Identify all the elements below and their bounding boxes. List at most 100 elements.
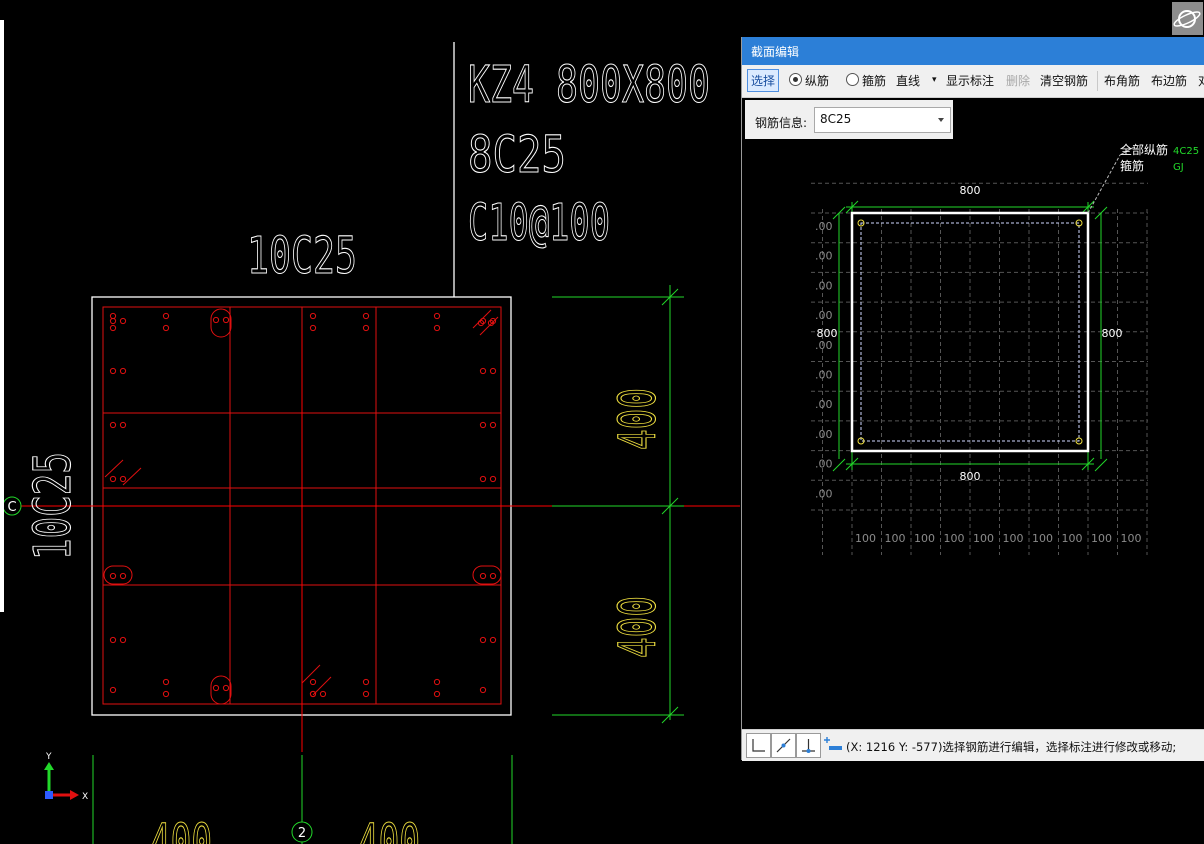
preview-width-bottom: 800 <box>960 470 981 483</box>
rebar-bar <box>109 367 117 375</box>
dim-right-lower: 400 <box>609 596 668 658</box>
dimension-mode-button[interactable] <box>821 733 844 756</box>
axis-2-label: 2 <box>298 826 306 841</box>
preview-grid-col-label: 100 <box>973 532 994 545</box>
leader-label-stirrup: 箍筋 <box>1120 158 1144 173</box>
preview-grid-col-label: 100 <box>914 532 935 545</box>
rebar-bar <box>119 475 127 483</box>
dialog-title: 截面编辑 <box>751 45 800 59</box>
rebar-bar <box>222 684 230 692</box>
preview-grid-row-label: .00 <box>815 309 833 322</box>
rebar-bar <box>109 312 117 320</box>
chevron-down-icon <box>938 118 944 122</box>
ortho-toggle-button[interactable] <box>746 733 771 758</box>
section-edit-dialog: 截面编辑 选择 纵筋 箍筋 直线 ▾ 显示标注 删除 清空钢筋 布角筋 布边筋 … <box>741 37 1204 761</box>
rebar-bar <box>362 324 370 332</box>
rebar-bar <box>119 421 127 429</box>
rebar-info-bar: 钢筋信息: 8C25 <box>745 100 953 139</box>
clear-rebar-button[interactable]: 清空钢筋 <box>1040 72 1088 89</box>
long-rebar-radio[interactable] <box>789 73 802 86</box>
select-button[interactable]: 选择 <box>747 69 780 92</box>
rebar-bar <box>162 690 170 698</box>
dialog-titlebar[interactable]: 截面编辑 <box>742 37 1204 65</box>
rebar-bar <box>309 690 317 698</box>
rebar-bar <box>479 572 487 580</box>
leader-value-stirrup: GJ <box>1173 162 1184 173</box>
axis-c-label: C <box>7 500 16 515</box>
dim-bottom-right: 400 <box>358 814 420 844</box>
rebar-bar <box>109 421 117 429</box>
rebar-info-value: 8C25 <box>820 112 852 126</box>
preview-height-right: 800 <box>1102 327 1123 340</box>
rebar-bar <box>212 684 220 692</box>
rebar-bar <box>162 678 170 686</box>
dialog-statusbar: (X: 1216 Y: -577)选择钢筋进行编辑，选择标注进行修改或移动; <box>742 729 1204 761</box>
preview-grid-row-label: .00 <box>815 369 833 382</box>
preview-grid-row-label: .00 <box>815 398 833 411</box>
stirrup-radio[interactable] <box>846 73 859 86</box>
ucs-x-label: X <box>82 792 88 802</box>
rebar-bar <box>109 317 117 325</box>
rebar-bar <box>489 636 497 644</box>
preview-grid-row-label: .00 <box>815 279 833 292</box>
preview-grid-col-label: 100 <box>944 532 965 545</box>
rebar-bar <box>109 324 117 332</box>
rebar-bar <box>433 678 441 686</box>
cut-off-button[interactable]: 对 <box>1198 72 1204 89</box>
app-corner-icon[interactable] <box>1172 2 1203 35</box>
rebar-bar <box>479 636 487 644</box>
rebar-bar <box>222 316 230 324</box>
delete-button[interactable]: 删除 <box>1006 72 1030 89</box>
dim-bottom-left: 400 <box>150 814 212 844</box>
preview-grid-row-label: .00 <box>815 220 833 233</box>
side-rebar-note: 10C25 <box>24 452 83 560</box>
rebar-bar <box>119 367 127 375</box>
rebar-bar <box>212 316 220 324</box>
rebar-bar <box>162 312 170 320</box>
corner-rebar-button[interactable]: 布角筋 <box>1104 72 1140 89</box>
preview-grid-row-label: .00 <box>815 250 833 263</box>
ucs-icon: Y X <box>44 752 88 802</box>
rebar-bar <box>362 312 370 320</box>
rebar-bar <box>162 324 170 332</box>
rebar-info-select[interactable]: 8C25 <box>814 107 951 133</box>
preview-height-left: 800 <box>817 327 838 340</box>
rebar-bar <box>109 686 117 694</box>
preview-grid-labels: .00 .00 .00 .00 .00 .00 .00 .00 .00 .00 100 100 100 1… <box>815 220 1142 545</box>
preview-width-top: 800 <box>960 184 981 197</box>
section-preview-canvas[interactable]: .00 .00 .00 .00 .00 .00 .00 .00 .00 .00 100 100 100 1… <box>742 141 1204 729</box>
longitudinal-rebar-text: 8C25 <box>468 126 566 185</box>
long-rebar-label[interactable]: 纵筋 <box>805 72 829 89</box>
show-dim-button[interactable]: 显示标注 <box>946 72 994 89</box>
rebar-info-label: 钢筋信息: <box>755 116 808 130</box>
preview-grid-col-label: 100 <box>1091 532 1112 545</box>
rebar-bar <box>119 572 127 580</box>
stirrup-rebar-text: C10@100 <box>468 194 610 253</box>
rebar-bar <box>119 317 127 325</box>
rebar-bar <box>489 421 497 429</box>
rebar-bar <box>489 367 497 375</box>
preview-grid-col-label: 100 <box>1121 532 1142 545</box>
snap-toggle-button[interactable] <box>771 733 796 758</box>
stirrup-label[interactable]: 箍筋 <box>862 72 886 89</box>
ucs-y-label: Y <box>45 752 52 762</box>
side-rebar-button[interactable]: 布边筋 <box>1151 72 1187 89</box>
status-text: (X: 1216 Y: -577)选择钢筋进行编辑，选择标注进行修改或移动; <box>846 740 1177 754</box>
rebar-bar <box>479 421 487 429</box>
rebar-bar <box>109 572 117 580</box>
left-panel-edge <box>0 20 4 612</box>
line-mode-dropdown[interactable]: 直线 <box>896 72 920 89</box>
rebar-bar <box>362 690 370 698</box>
preview-grid-col-label: 100 <box>1032 532 1053 545</box>
toolbar-separator <box>1097 71 1098 91</box>
preview-grid <box>811 182 1148 555</box>
rebar-bar <box>489 475 497 483</box>
preview-grid-col-label: 100 <box>855 532 876 545</box>
rebar-bar <box>109 475 117 483</box>
rebar-bars <box>109 312 497 698</box>
preview-grid-row-label: .00 <box>815 339 833 352</box>
perpendicular-snap-button[interactable] <box>796 733 821 758</box>
chevron-down-icon[interactable]: ▾ <box>932 75 937 85</box>
rebar-bar <box>489 572 497 580</box>
rebar-bar <box>479 367 487 375</box>
